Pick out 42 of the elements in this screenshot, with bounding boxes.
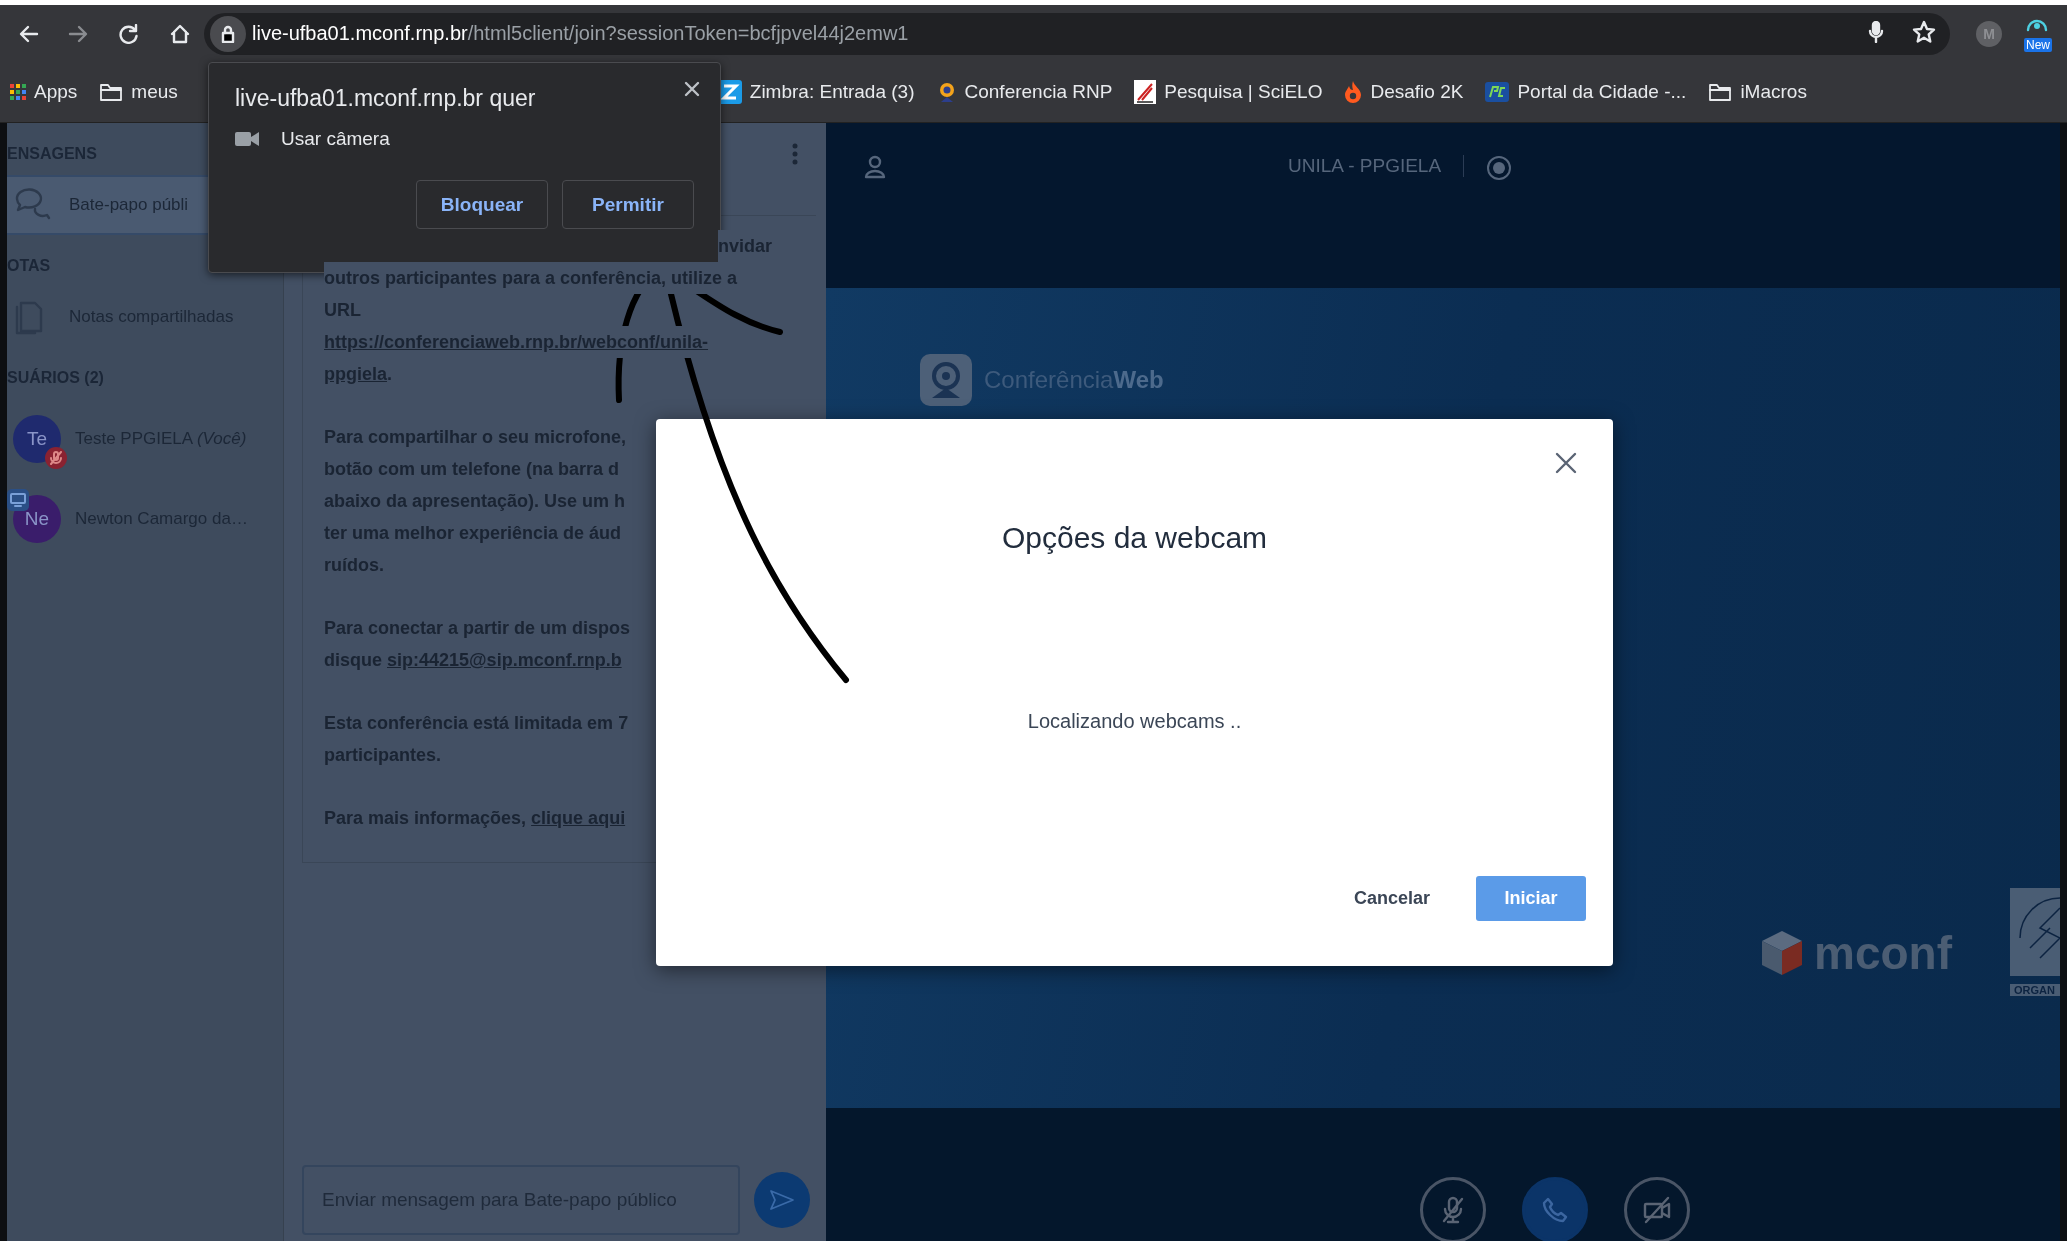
- flame-icon: [1344, 80, 1363, 104]
- url-text: live-ufba01.mconf.rnp.br/html5client/join?sessionToken=bcfjpvel44j2emw1: [252, 22, 909, 45]
- message-text: .: [387, 364, 393, 384]
- permission-text: Usar câmera: [281, 128, 390, 150]
- bookmark-link[interactable]: Apps: [34, 81, 78, 103]
- back-icon[interactable]: [17, 23, 39, 44]
- star-icon[interactable]: [1912, 19, 1936, 44]
- record-icon[interactable]: [1486, 155, 1513, 181]
- new-badge: New: [2024, 37, 2052, 52]
- close-icon[interactable]: [684, 81, 700, 97]
- microphone-icon[interactable]: [1868, 20, 1884, 43]
- bookmark-link[interactable]: Zimbra: Entrada (3): [749, 81, 915, 103]
- status-message: Localizando webcams ..: [1027, 710, 1242, 733]
- apps-grid-icon: [10, 84, 26, 100]
- scielo-logo-icon: [1134, 80, 1157, 104]
- home-icon[interactable]: [170, 23, 192, 44]
- dialog-title: Opções da webcam: [1001, 521, 1268, 555]
- bookmark-link[interactable]: Pesquisa | SciELO: [1164, 81, 1323, 103]
- bookmark-link[interactable]: Desafio 2K: [1370, 81, 1464, 103]
- meeting-title: UNILA - PPGIELA: [1288, 155, 1442, 177]
- lock-icon: [221, 24, 235, 43]
- pc-logo-icon: [1485, 82, 1510, 102]
- user-icon[interactable]: [864, 155, 886, 179]
- webcam-logo-icon: [920, 354, 972, 406]
- bookmark-link[interactable]: Conferencia RNP: [964, 81, 1113, 103]
- block-button[interactable]: Bloquear: [416, 180, 548, 229]
- folder-icon: [99, 82, 124, 102]
- logo-text: mconf: [1814, 926, 1952, 980]
- reload-icon[interactable]: [119, 23, 141, 44]
- bookmark-link[interactable]: Portal da Cidade -...: [1517, 81, 1687, 103]
- close-icon[interactable]: [1555, 452, 1577, 474]
- send-icon: [769, 1189, 795, 1211]
- allow-button[interactable]: Permitir: [562, 180, 694, 229]
- popup-title: live-ufba01.mconf.rnp.br quer: [235, 85, 536, 112]
- address-bar[interactable]: live-ufba01.mconf.rnp.br/html5client/join?sessionToken=bcfjpvel44j2emw1: [204, 12, 1950, 55]
- logo-text: ORGAN: [2010, 984, 2060, 996]
- folder-icon: [1708, 82, 1733, 102]
- camera-off-icon[interactable]: [1642, 1195, 1672, 1225]
- bookmark-link[interactable]: meus: [131, 81, 178, 103]
- cube-logo-icon: [1760, 929, 1804, 977]
- bookmark-link[interactable]: iMacros: [1740, 81, 1807, 103]
- video-camera-icon: [235, 131, 259, 147]
